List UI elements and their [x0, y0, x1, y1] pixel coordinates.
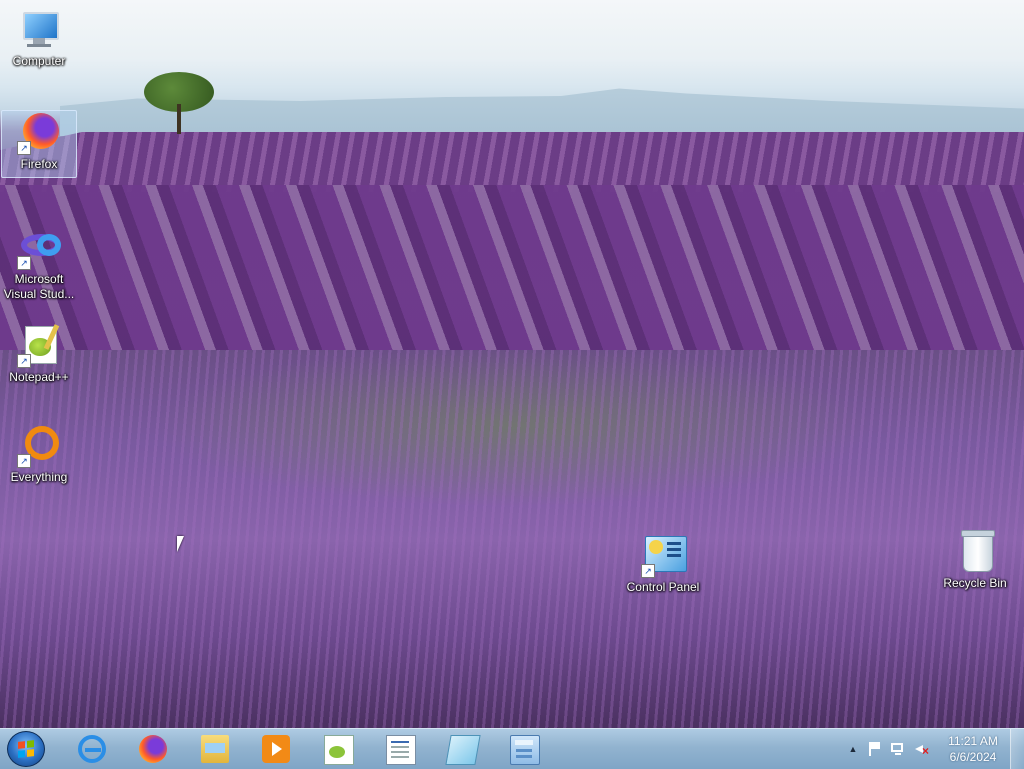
wallpaper-field-front	[0, 350, 1024, 728]
mouse-cursor-icon	[177, 536, 184, 552]
desktop-icon-label-line1: Microsoft	[14, 272, 64, 286]
visual-studio-icon: ↗	[15, 226, 63, 270]
desktop-icon-firefox[interactable]: ↗ Firefox	[1, 110, 77, 178]
desktop-icon-label: Notepad++	[9, 370, 69, 384]
desktop-icon-label: Everything	[10, 470, 68, 484]
notepad-plus-plus-icon	[324, 735, 354, 765]
volume-muted-icon[interactable]	[914, 741, 930, 759]
show-desktop-button[interactable]	[1010, 729, 1024, 769]
recycle-bin-icon	[951, 530, 999, 574]
taskbar-button-internet-explorer[interactable]	[66, 731, 114, 767]
taskbar-button-firefox[interactable]	[127, 731, 175, 767]
taskbar: ▲ 11:21 AM 6/6/2024	[0, 728, 1024, 769]
shortcut-arrow-icon: ↗	[17, 354, 31, 368]
taskbar-button-notepad-plus-plus[interactable]	[312, 731, 360, 767]
notepad-plus-plus-icon: ↗	[15, 324, 63, 368]
clock-date: 6/6/2024	[949, 750, 997, 764]
shortcut-arrow-icon: ↗	[17, 256, 31, 270]
desktop-icon-visual-studio[interactable]: ↗ Microsoft Visual Stud...	[2, 226, 76, 302]
everything-search-icon: ↗	[15, 424, 63, 468]
desktop-icon-label-line2: Visual Stud...	[3, 287, 75, 301]
desktop-wallpaper[interactable]	[0, 0, 1024, 728]
shortcut-arrow-icon: ↗	[641, 564, 655, 578]
firefox-icon: ↗	[15, 111, 63, 155]
desktop-icon-label: Control Panel	[626, 580, 700, 594]
computer-icon	[15, 8, 63, 52]
flag-icon[interactable]	[866, 741, 882, 757]
taskbar-button-wordpad[interactable]	[374, 731, 422, 767]
wordpad-icon	[386, 735, 416, 765]
desktop-icon-recycle-bin[interactable]: Recycle Bin	[940, 530, 1010, 591]
wallpaper-field-mid	[0, 185, 1024, 365]
desktop-icon-label: Firefox	[20, 157, 58, 171]
show-hidden-icons-button[interactable]: ▲	[845, 741, 861, 757]
desktop-icon-everything[interactable]: ↗ Everything	[2, 424, 76, 485]
control-panel-icon: ↗	[639, 534, 687, 578]
desktop-icon-computer[interactable]: Computer	[2, 8, 76, 69]
shortcut-arrow-icon: ↗	[17, 454, 31, 468]
start-button[interactable]	[7, 731, 45, 767]
tree-trunk	[177, 104, 181, 134]
system-clock[interactable]: 11:21 AM 6/6/2024	[940, 733, 1006, 765]
taskbar-button-explorer[interactable]	[189, 731, 237, 767]
taskbar-button-sticky-notes[interactable]	[436, 731, 484, 767]
desktop-icon-control-panel[interactable]: ↗ Control Panel	[618, 534, 708, 595]
desktop-icon-label: Recycle Bin	[943, 576, 1007, 590]
internet-explorer-icon	[78, 735, 106, 763]
wallpaper-tree	[144, 72, 214, 134]
windows-start-icon	[18, 740, 34, 758]
desktop-icon-label: Computer	[12, 54, 66, 68]
taskbar-button-calculator[interactable]	[498, 731, 546, 767]
file-explorer-icon	[201, 735, 229, 763]
wallpaper-field-back	[0, 132, 1024, 192]
calculator-icon	[510, 735, 540, 765]
network-icon[interactable]	[890, 741, 906, 757]
shortcut-arrow-icon: ↗	[17, 141, 31, 155]
firefox-icon	[139, 735, 167, 763]
taskbar-button-media-player[interactable]	[250, 731, 298, 767]
clock-time: 11:21 AM	[948, 734, 998, 748]
media-player-icon	[262, 735, 290, 763]
sticky-notes-icon	[445, 735, 481, 765]
desktop-icon-notepad-plus-plus[interactable]: ↗ Notepad++	[2, 324, 76, 385]
